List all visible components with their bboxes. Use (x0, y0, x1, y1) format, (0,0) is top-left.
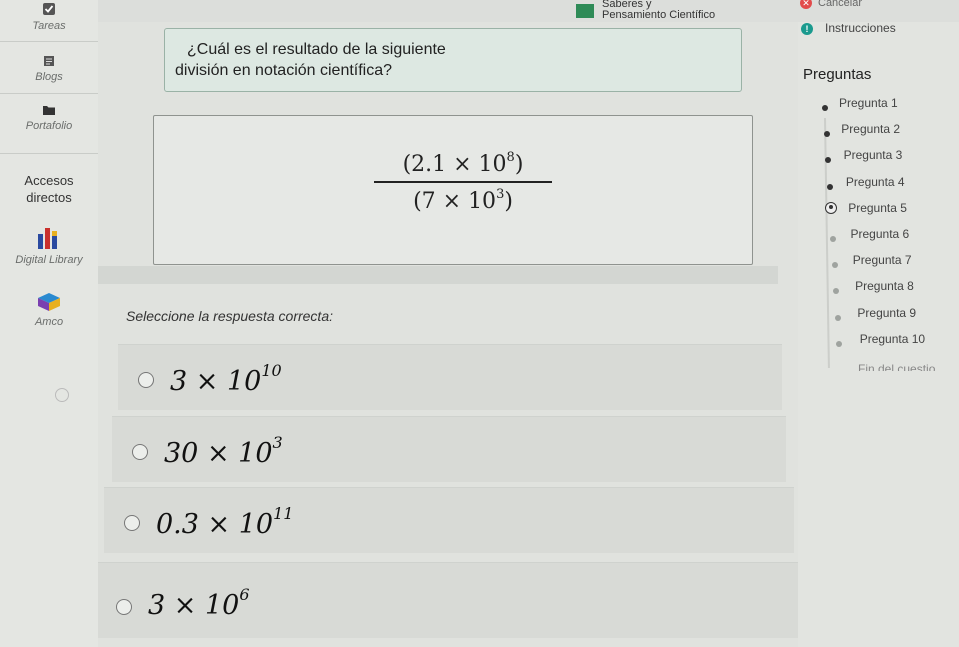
question-text-line1: ¿Cuál es el resultado de la siguiente (187, 41, 446, 58)
denominator-base: (7 × 10 (413, 189, 497, 214)
divider (0, 93, 98, 94)
document-icon (44, 56, 54, 66)
sidebar-item-tareas[interactable]: Tareas (0, 2, 98, 32)
division-formula: (2.1 × 108) (7 × 103) (374, 150, 552, 214)
sidebar: Tareas Blogs Portafolio Accesos directos… (0, 0, 98, 647)
answer-option-3[interactable]: 0.3 × 1011 (104, 487, 794, 553)
instructions-button[interactable]: ! Instrucciones (801, 21, 896, 35)
numerator-exponent: 8 (506, 150, 515, 165)
radio-button[interactable] (116, 599, 132, 615)
cancel-label: Cancelar (818, 0, 863, 9)
sidebar-item-label: Portafolio (25, 120, 73, 132)
instructions-label: Instrucciones (825, 21, 896, 35)
answer-option-1[interactable]: 3 × 1010 (118, 344, 782, 410)
question-text-line2: división en notación científica? (175, 62, 393, 79)
sidebar-item-accesos-directos[interactable]: Accesos directos (0, 172, 98, 206)
library-icon (38, 228, 57, 249)
option-value: 3 × 1010 (170, 361, 282, 397)
option-value: 30 × 103 (164, 433, 283, 469)
question-nav-item-2[interactable]: Pregunta 2 (841, 122, 900, 136)
info-icon: ! (801, 23, 813, 35)
sidebar-item-label: directos (26, 190, 72, 205)
answer-option-2[interactable]: 30 × 103 (112, 416, 786, 482)
option-value: 3 × 106 (148, 585, 250, 621)
numerator: (2.1 × 108) (374, 150, 552, 183)
option-base: 3 × 10 (170, 366, 262, 397)
cube-icon (38, 293, 60, 311)
subject-subtitle: Pensamiento Científico (602, 9, 716, 21)
option-exponent: 3 (272, 433, 283, 452)
subject-logo (576, 4, 594, 18)
option-value: 0.3 × 1011 (156, 504, 293, 540)
sidebar-item-label: Blogs (35, 71, 63, 83)
sidebar-item-digital-library[interactable]: Digital Library (0, 226, 98, 266)
answer-option-4[interactable]: 3 × 106 (98, 562, 798, 638)
radio-button[interactable] (132, 444, 148, 460)
loading-indicator (55, 388, 69, 402)
question-status-icon (822, 105, 828, 111)
question-nav-item-10[interactable]: Pregunta 10 (860, 332, 925, 346)
question-nav-item-4[interactable]: Pregunta 4 (846, 175, 905, 189)
divider (0, 153, 98, 154)
option-base: 0.3 × 10 (156, 509, 274, 540)
question-status-icon (834, 314, 841, 321)
sidebar-item-label: Amco (34, 316, 64, 328)
question-area: ¿Cuál es el resultado de la siguiente di… (98, 22, 798, 647)
option-exponent: 11 (273, 504, 294, 523)
divider (0, 41, 98, 42)
numerator-base: (2.1 × 10 (402, 152, 507, 177)
questionnaire-end-label: Fin del cuestio (858, 362, 936, 371)
question-status-icon (823, 131, 830, 138)
radio-button[interactable] (138, 372, 154, 388)
question-nav-item-3[interactable]: Pregunta 3 (844, 148, 903, 162)
denominator: (7 × 103) (374, 183, 552, 214)
divider-band (98, 266, 778, 284)
cancel-button[interactable]: ✕ Cancelar (800, 0, 862, 9)
question-prompt: ¿Cuál es el resultado de la siguiente di… (164, 28, 742, 92)
sidebar-item-label: Digital Library (15, 254, 83, 266)
question-status-icon (831, 262, 838, 269)
question-nav-item-8[interactable]: Pregunta 8 (855, 279, 914, 293)
question-nav-item-1[interactable]: Pregunta 1 (839, 96, 898, 110)
denominator-paren: ) (504, 189, 513, 214)
radio-button[interactable] (124, 515, 140, 531)
folder-icon (43, 106, 55, 115)
question-nav-item-5[interactable]: Pregunta 5 (848, 201, 907, 215)
questions-title: Preguntas (803, 66, 872, 83)
option-exponent: 6 (239, 585, 250, 604)
question-nav-item-9[interactable]: Pregunta 9 (857, 306, 916, 320)
sidebar-item-label: Tareas (32, 20, 66, 32)
question-status-icon (826, 183, 833, 190)
close-icon: ✕ (800, 0, 812, 9)
answer-instruction: Seleccione la respuesta correcta: (126, 308, 333, 324)
check-icon (43, 3, 55, 15)
question-nav-item-7[interactable]: Pregunta 7 (853, 253, 912, 267)
option-base: 3 × 10 (148, 590, 240, 621)
question-nav-item-6[interactable]: Pregunta 6 (851, 227, 910, 241)
question-status-icon (830, 236, 836, 242)
formula-box: (2.1 × 108) (7 × 103) (153, 115, 753, 265)
sidebar-item-portafolio[interactable]: Portafolio (0, 104, 98, 132)
sidebar-item-amco[interactable]: Amco (0, 292, 98, 328)
option-exponent: 10 (261, 361, 282, 380)
sidebar-item-blogs[interactable]: Blogs (0, 55, 98, 83)
sidebar-item-label: Accesos (24, 173, 74, 188)
numerator-paren: ) (514, 152, 524, 177)
option-base: 30 × 10 (164, 438, 273, 469)
